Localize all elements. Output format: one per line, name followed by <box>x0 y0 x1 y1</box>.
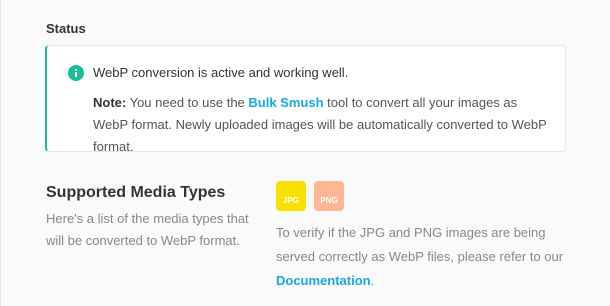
verify-text-after: . <box>370 273 375 288</box>
jpg-badge: JPG <box>276 181 306 211</box>
status-message: WebP conversion is active and working we… <box>93 65 349 80</box>
webp-settings-panel: Status WebP conversion is active and wor… <box>0 0 610 306</box>
note-label: Note: <box>93 95 127 110</box>
note-text-before: You need to use the <box>126 95 249 110</box>
documentation-link[interactable]: Documentation <box>276 273 371 288</box>
verify-text-before: To verify if the JPG and PNG images are … <box>276 225 564 264</box>
png-badge: PNG <box>314 181 344 211</box>
info-icon <box>68 65 84 81</box>
status-heading: Status <box>46 21 86 36</box>
bulk-smush-link[interactable]: Bulk Smush <box>248 95 323 110</box>
supported-media-types-heading: Supported Media Types <box>46 184 226 201</box>
status-note: Note: You need to use the Bulk Smush too… <box>93 92 553 158</box>
status-notice: WebP conversion is active and working we… <box>45 45 566 154</box>
verify-text: To verify if the JPG and PNG images are … <box>276 221 566 293</box>
supported-media-types-description: Here's a list of the media types that wi… <box>46 211 249 248</box>
